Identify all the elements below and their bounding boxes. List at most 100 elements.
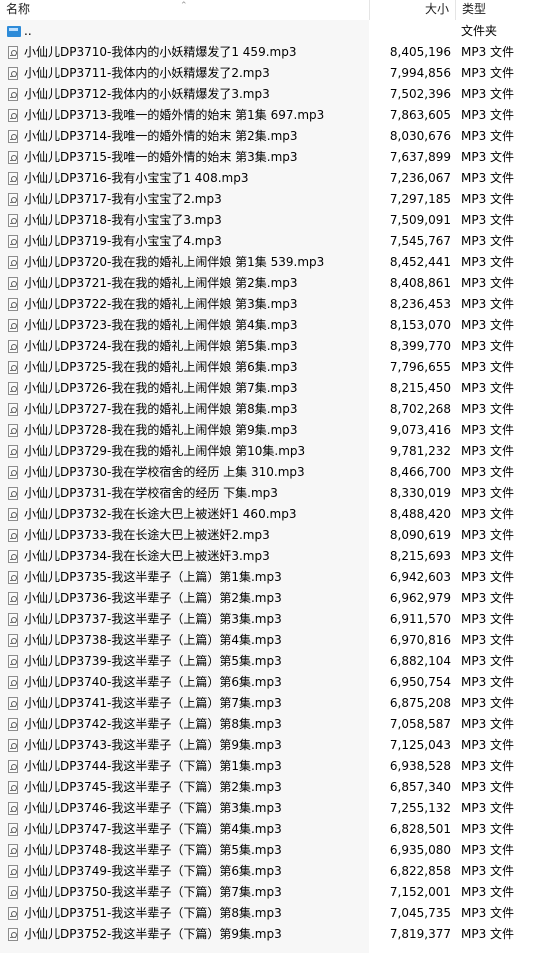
file-row[interactable]: 小仙儿DP3711-我体内的小妖精爆发了2.mp3 7,994,856 MP3 文件 [0,63,544,84]
column-header-size[interactable]: 大小 [369,0,455,20]
file-type: MP3 文件 [461,66,515,80]
audio-file-icon [8,403,18,416]
file-row[interactable]: 小仙儿DP3715-我唯一的婚外情的始末 第3集.mp3 7,637,899 MP3… [0,147,544,168]
file-row[interactable]: 小仙儿DP3748-我这半辈子（下篇）第5集.mp3 6,935,080 MP3 文… [0,840,544,861]
audio-file-icon [8,151,18,164]
file-size: 8,452,441 [389,255,451,269]
file-row[interactable]: 小仙儿DP3714-我唯一的婚外情的始末 第2集.mp3 8,030,676 MP3… [0,126,544,147]
file-row[interactable]: 小仙儿DP3750-我这半辈子（下篇）第7集.mp3 7,152,001 MP3 文… [0,882,544,903]
file-row[interactable]: 小仙儿DP3735-我这半辈子（上篇）第1集.mp3 6,942,603 MP3 文… [0,567,544,588]
audio-file-icon [8,634,18,647]
file-row[interactable]: 小仙儿DP3726-我在我的婚礼上闹伴娘 第7集.mp3 8,215,450 MP3… [0,378,544,399]
file-row[interactable]: 小仙儿DP3744-我这半辈子（下篇）第1集.mp3 6,938,528 MP3 文… [0,756,544,777]
file-row[interactable]: 小仙儿DP3752-我这半辈子（下篇）第9集.mp3 7,819,377 MP3 文… [0,924,544,945]
file-size: 8,215,693 [389,549,451,563]
file-name: 小仙儿DP3739-我这半辈子（上篇）第5集.mp3 [24,654,282,668]
file-type: MP3 文件 [461,822,515,836]
file-name: 小仙儿DP3745-我这半辈子（下篇）第2集.mp3 [24,780,282,794]
file-name: 小仙儿DP3750-我这半辈子（下篇）第7集.mp3 [24,885,282,899]
parent-folder-type: 文件夹 [461,24,498,38]
file-type: MP3 文件 [461,87,515,101]
file-size: 8,030,676 [389,129,451,143]
file-type: MP3 文件 [461,192,515,206]
file-type: MP3 文件 [461,255,515,269]
file-row[interactable]: 小仙儿DP3718-我有小宝宝了3.mp3 7,509,091 MP3 文件 [0,210,544,231]
file-row[interactable]: 小仙儿DP3740-我这半辈子（上篇）第6集.mp3 6,950,754 MP3 文… [0,672,544,693]
file-row[interactable]: 小仙儿DP3747-我这半辈子（下篇）第4集.mp3 6,828,501 MP3 文… [0,819,544,840]
audio-file-icon [8,613,18,626]
audio-file-icon [8,571,18,584]
file-size: 6,942,603 [389,570,451,584]
file-row[interactable]: 小仙儿DP3728-我在我的婚礼上闹伴娘 第9集.mp3 9,073,416 MP3… [0,420,544,441]
file-name: 小仙儿DP3711-我体内的小妖精爆发了2.mp3 [24,66,270,80]
file-row[interactable]: 小仙儿DP3712-我体内的小妖精爆发了3.mp3 7,502,396 MP3 文件 [0,84,544,105]
file-row[interactable]: 小仙儿DP3736-我这半辈子（上篇）第2集.mp3 6,962,979 MP3 文… [0,588,544,609]
file-row[interactable]: 小仙儿DP3725-我在我的婚礼上闹伴娘 第6集.mp3 7,796,655 MP3… [0,357,544,378]
folder-up-icon [7,26,21,37]
column-header-name[interactable]: 名称 ⌃ [0,0,369,20]
file-size: 7,509,091 [389,213,451,227]
file-row[interactable]: 小仙儿DP3730-我在学校宿舍的经历 上集 310.mp3 8,466,700 M… [0,462,544,483]
file-type: MP3 文件 [461,633,515,647]
file-name: 小仙儿DP3740-我这半辈子（上篇）第6集.mp3 [24,675,282,689]
file-name: 小仙儿DP3752-我这半辈子（下篇）第9集.mp3 [24,927,282,941]
file-row[interactable]: 小仙儿DP3733-我在长途大巴上被迷奸2.mp3 8,090,619 MP3 文件 [0,525,544,546]
file-row[interactable]: 小仙儿DP3723-我在我的婚礼上闹伴娘 第4集.mp3 8,153,070 MP3… [0,315,544,336]
file-name: 小仙儿DP3725-我在我的婚礼上闹伴娘 第6集.mp3 [24,360,298,374]
column-header-name-label: 名称 [6,2,31,16]
file-size: 9,073,416 [389,423,451,437]
file-name: 小仙儿DP3722-我在我的婚礼上闹伴娘 第3集.mp3 [24,297,298,311]
file-row[interactable]: 小仙儿DP3729-我在我的婚礼上闹伴娘 第10集.mp3 9,781,232 MP… [0,441,544,462]
file-row[interactable]: 小仙儿DP3739-我这半辈子（上篇）第5集.mp3 6,882,104 MP3 文… [0,651,544,672]
parent-folder-row[interactable]: .. 文件夹 [0,21,544,42]
file-row[interactable]: 小仙儿DP3731-我在学校宿舍的经历 下集.mp3 8,330,019 MP3 文… [0,483,544,504]
audio-file-icon [8,550,18,563]
file-size: 6,938,528 [389,759,451,773]
file-type: MP3 文件 [461,654,515,668]
file-name: 小仙儿DP3710-我体内的小妖精爆发了1 459.mp3 [24,45,297,59]
file-row[interactable]: 小仙儿DP3741-我这半辈子（上篇）第7集.mp3 6,875,208 MP3 文… [0,693,544,714]
file-row[interactable]: 小仙儿DP3732-我在长途大巴上被迷奸1 460.mp3 8,488,420 MP… [0,504,544,525]
file-type: MP3 文件 [461,402,515,416]
file-size: 9,781,232 [389,444,451,458]
file-row[interactable]: 小仙儿DP3727-我在我的婚礼上闹伴娘 第8集.mp3 8,702,268 MP3… [0,399,544,420]
file-size: 8,090,619 [389,528,451,542]
file-name: 小仙儿DP3720-我在我的婚礼上闹伴娘 第1集 539.mp3 [24,255,325,269]
file-row[interactable]: 小仙儿DP3713-我唯一的婚外情的始末 第1集 697.mp3 7,863,60… [0,105,544,126]
file-row[interactable]: 小仙儿DP3720-我在我的婚礼上闹伴娘 第1集 539.mp3 8,452,44… [0,252,544,273]
file-row[interactable]: 小仙儿DP3746-我这半辈子（下篇）第3集.mp3 7,255,132 MP3 文… [0,798,544,819]
file-row[interactable]: 小仙儿DP3734-我在长途大巴上被迷奸3.mp3 8,215,693 MP3 文件 [0,546,544,567]
file-name: 小仙儿DP3723-我在我的婚礼上闹伴娘 第4集.mp3 [24,318,298,332]
file-row[interactable]: 小仙儿DP3722-我在我的婚礼上闹伴娘 第3集.mp3 8,236,453 MP3… [0,294,544,315]
file-size: 6,875,208 [389,696,451,710]
file-row[interactable]: 小仙儿DP3742-我这半辈子（上篇）第8集.mp3 7,058,587 MP3 文… [0,714,544,735]
file-row[interactable]: 小仙儿DP3745-我这半辈子（下篇）第2集.mp3 6,857,340 MP3 文… [0,777,544,798]
file-row[interactable]: 小仙儿DP3716-我有小宝宝了1 408.mp3 7,236,067 MP3 文件 [0,168,544,189]
file-row[interactable]: 小仙儿DP3724-我在我的婚礼上闹伴娘 第5集.mp3 8,399,770 MP3… [0,336,544,357]
column-header-type[interactable]: 类型 [455,0,544,20]
audio-file-icon [8,466,18,479]
audio-file-icon [8,508,18,521]
file-name: 小仙儿DP3731-我在学校宿舍的经历 下集.mp3 [24,486,278,500]
file-row[interactable]: 小仙儿DP3738-我这半辈子（上篇）第4集.mp3 6,970,816 MP3 文… [0,630,544,651]
file-name: 小仙儿DP3736-我这半辈子（上篇）第2集.mp3 [24,591,282,605]
file-size: 7,637,899 [389,150,451,164]
file-row[interactable]: 小仙儿DP3721-我在我的婚礼上闹伴娘 第2集.mp3 8,408,861 MP3… [0,273,544,294]
file-size: 6,935,080 [389,843,451,857]
column-header-size-label: 大小 [424,2,449,16]
file-row[interactable]: 小仙儿DP3743-我这半辈子（上篇）第9集.mp3 7,125,043 MP3 文… [0,735,544,756]
audio-file-icon [8,886,18,899]
file-row[interactable]: 小仙儿DP3717-我有小宝宝了2.mp3 7,297,185 MP3 文件 [0,189,544,210]
file-row[interactable]: 小仙儿DP3710-我体内的小妖精爆发了1 459.mp3 8,405,196 MP… [0,42,544,63]
file-size: 7,045,735 [389,906,451,920]
file-row[interactable]: 小仙儿DP3751-我这半辈子（下篇）第8集.mp3 7,045,735 MP3 文… [0,903,544,924]
file-size: 7,236,067 [389,171,451,185]
file-type: MP3 文件 [461,696,515,710]
file-row[interactable]: 小仙儿DP3749-我这半辈子（下篇）第6集.mp3 6,822,858 MP3 文… [0,861,544,882]
audio-file-icon [8,907,18,920]
file-row[interactable]: 小仙儿DP3737-我这半辈子（上篇）第3集.mp3 6,911,570 MP3 文… [0,609,544,630]
file-type: MP3 文件 [461,528,515,542]
file-size: 7,863,605 [389,108,451,122]
file-size: 6,962,979 [389,591,451,605]
file-row[interactable]: 小仙儿DP3719-我有小宝宝了4.mp3 7,545,767 MP3 文件 [0,231,544,252]
